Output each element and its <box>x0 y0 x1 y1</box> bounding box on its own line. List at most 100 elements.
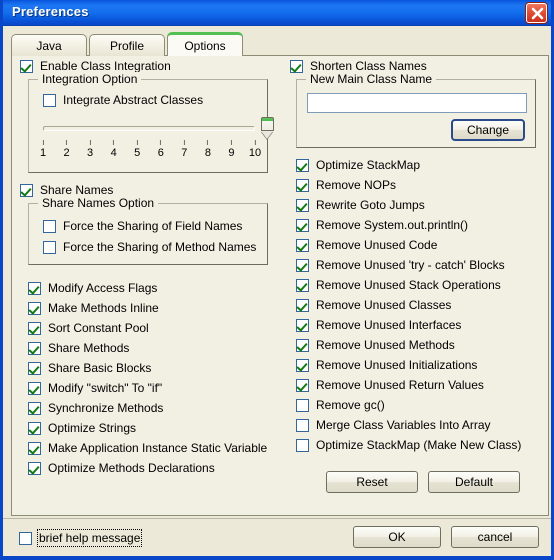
tab-profile[interactable]: Profile <box>89 34 165 56</box>
checkbox-label: Remove Unused Stack Operations <box>316 278 501 292</box>
checkbox-box <box>296 238 309 252</box>
checkbox-right-option-9[interactable]: Remove Unused Methods <box>296 335 542 355</box>
checkbox-right-option-4[interactable]: Remove Unused Code <box>296 235 542 255</box>
slider-tick-label: 5 <box>134 147 141 159</box>
checkbox-right-option-0[interactable]: Optimize StackMap <box>296 155 542 175</box>
checkbox-box <box>296 298 309 312</box>
checkbox-right-option-11[interactable]: Remove Unused Return Values <box>296 375 542 395</box>
cancel-button[interactable]: cancel <box>451 526 539 548</box>
checkbox-box <box>296 218 309 232</box>
checkbox-right-option-2[interactable]: Rewrite Goto Jumps <box>296 195 542 215</box>
slider-tick-1: 1 <box>40 140 46 159</box>
checkbox-label: Share Methods <box>48 341 130 355</box>
tab-options-label: Options <box>184 38 226 53</box>
right-option-list: Optimize StackMap Remove NOPs Rewrite Goto… <box>296 155 542 455</box>
checkbox-left-option-4[interactable]: Share Basic Blocks <box>28 358 276 378</box>
checkbox-right-option-10[interactable]: Remove Unused Initializations <box>296 355 542 375</box>
checkbox-label: Optimize StackMap <box>316 158 421 172</box>
slider-tick-7: 7 <box>181 140 187 159</box>
slider-tick-mark <box>183 140 185 145</box>
checkbox-brief-help-message[interactable]: brief help message <box>19 528 143 548</box>
checkbox-box <box>28 341 41 355</box>
checkbox-label: Remove Unused Initializations <box>316 358 478 372</box>
checkbox-box <box>28 321 41 335</box>
change-button[interactable]: Change <box>451 119 525 141</box>
checkbox-integrate-abstract-classes[interactable]: Integrate Abstract Classes <box>43 90 203 110</box>
checkbox-left-option-2[interactable]: Sort Constant Pool <box>28 318 276 338</box>
slider-tick-mark <box>89 140 91 145</box>
slider-tick-label: 9 <box>228 147 235 159</box>
preferences-window: Preferences Java Profile Options Enable … <box>0 0 554 560</box>
tab-options[interactable]: Options <box>167 32 243 56</box>
checkbox-box <box>296 178 309 192</box>
checkbox-box <box>296 438 309 452</box>
close-icon[interactable] <box>526 3 547 23</box>
new-main-class-name-input[interactable] <box>307 93 527 113</box>
group-integration-option: Integration Option Integrate Abstract Cl… <box>28 72 274 173</box>
checkbox-left-option-6[interactable]: Synchronize Methods <box>28 398 276 418</box>
group-title-new-main-class-name: New Main Class Name <box>306 72 437 86</box>
options-panel: Enable Class Integration Integration Opt… <box>11 55 549 516</box>
checkbox-right-option-8[interactable]: Remove Unused Interfaces <box>296 315 542 335</box>
group-new-main-class-name: New Main Class Name Change <box>296 72 536 148</box>
default-button[interactable]: Default <box>428 471 520 493</box>
checkbox-box <box>19 531 32 545</box>
checkbox-left-option-3[interactable]: Share Methods <box>28 338 276 358</box>
checkbox-right-option-6[interactable]: Remove Unused Stack Operations <box>296 275 542 295</box>
slider-tick-label: 10 <box>248 147 262 159</box>
checkbox-left-option-7[interactable]: Optimize Strings <box>28 418 276 438</box>
checkbox-right-option-1[interactable]: Remove NOPs <box>296 175 542 195</box>
slider-tick-mark <box>66 140 68 145</box>
slider-track[interactable] <box>43 126 255 131</box>
group-title-share-names-option: Share Names Option <box>38 196 159 210</box>
checkbox-right-option-7[interactable]: Remove Unused Classes <box>296 295 542 315</box>
checkbox-left-option-0[interactable]: Modify Access Flags <box>28 278 276 298</box>
checkbox-box <box>43 240 56 254</box>
checkbox-label: Optimize Strings <box>48 421 137 435</box>
checkbox-label: Optimize StackMap (Make New Class) <box>316 438 522 452</box>
checkbox-right-option-13[interactable]: Merge Class Variables Into Array <box>296 415 542 435</box>
slider-tick-mark <box>160 140 162 145</box>
ok-button[interactable]: OK <box>353 526 441 548</box>
checkbox-right-option-14[interactable]: Optimize StackMap (Make New Class) <box>296 435 542 455</box>
reset-button[interactable]: Reset <box>326 471 418 493</box>
checkbox-left-option-5[interactable]: Modify "switch" To "if" <box>28 378 276 398</box>
checkbox-left-option-1[interactable]: Make Methods Inline <box>28 298 276 318</box>
checkbox-left-option-9[interactable]: Optimize Methods Declarations <box>28 458 276 478</box>
slider-tick-label: 8 <box>204 147 211 159</box>
slider-thumb[interactable] <box>260 117 274 139</box>
checkbox-box <box>296 398 309 412</box>
checkbox-label: Remove System.out.println() <box>316 218 469 232</box>
integration-level-slider[interactable]: 1 2 3 4 5 6 7 8 9 10 <box>37 114 274 160</box>
checkbox-label: brief help message <box>36 529 143 547</box>
checkbox-label: Remove gc() <box>316 398 385 412</box>
checkbox-box <box>28 301 41 315</box>
checkbox-box <box>28 441 41 455</box>
checkbox-box <box>43 93 56 107</box>
checkbox-right-option-5[interactable]: Remove Unused 'try - catch' Blocks <box>296 255 542 275</box>
checkbox-box <box>28 461 41 475</box>
slider-tick-mark <box>207 140 209 145</box>
window-title: Preferences <box>12 4 89 19</box>
checkbox-label: Make Methods Inline <box>48 301 159 315</box>
checkbox-label: Modify Access Flags <box>48 281 158 295</box>
checkbox-box <box>28 281 41 295</box>
checkbox-force-sharing-method-names[interactable]: Force the Sharing of Method Names <box>43 237 256 257</box>
slider-tick-9: 9 <box>228 140 235 159</box>
slider-tick-mark <box>230 140 232 145</box>
checkbox-label: Force the Sharing of Field Names <box>63 219 243 233</box>
checkbox-left-option-8[interactable]: Make Application Instance Static Variabl… <box>28 438 276 458</box>
tab-java[interactable]: Java <box>11 34 87 56</box>
tab-java-label: Java <box>36 38 62 53</box>
checkbox-right-option-12[interactable]: Remove gc() <box>296 395 542 415</box>
checkbox-box <box>296 418 309 432</box>
slider-tick-2: 2 <box>63 140 70 159</box>
checkbox-right-option-3[interactable]: Remove System.out.println() <box>296 215 542 235</box>
reset-default-button-group: Reset Default <box>326 471 520 493</box>
checkbox-box <box>296 358 309 372</box>
checkbox-force-sharing-field-names[interactable]: Force the Sharing of Field Names <box>43 216 242 236</box>
checkbox-box <box>43 219 56 233</box>
checkbox-label: Share Names <box>40 183 114 197</box>
checkbox-label: Remove Unused Interfaces <box>316 318 462 332</box>
slider-tick-label: 2 <box>63 147 70 159</box>
